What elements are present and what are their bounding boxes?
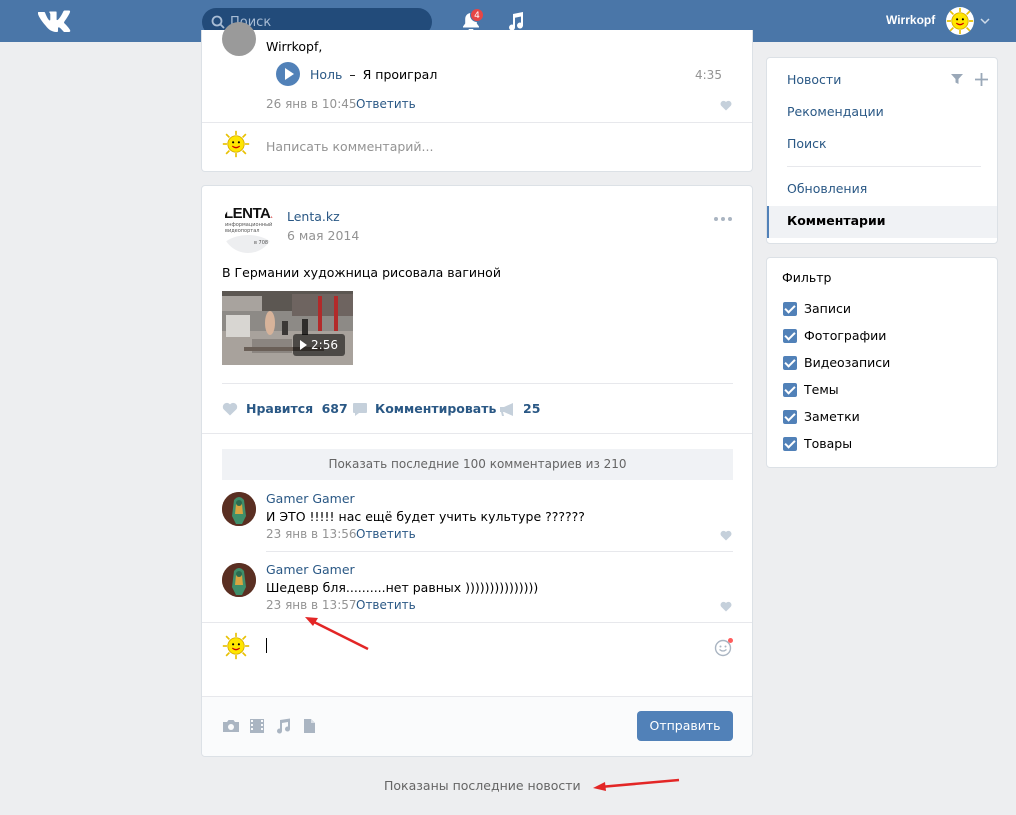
menu-item-updates[interactable]: Обновления [787, 181, 867, 196]
lenta-avatar[interactable]: LENTA. информационный видеопортал в 708 [222, 201, 274, 253]
comment-date[interactable]: 23 янв в 13:56 [266, 527, 357, 541]
checkbox-videos[interactable] [783, 356, 797, 370]
audio-artist[interactable]: Ноль [310, 67, 342, 82]
reply-link[interactable]: Ответить [356, 97, 416, 111]
share-megaphone-icon[interactable] [499, 402, 517, 417]
video-thumbnail[interactable]: 2:56 [222, 291, 353, 365]
comment-avatar[interactable] [222, 563, 256, 597]
divider [266, 551, 733, 552]
like-count: 687 [321, 401, 348, 416]
sun-avatar-icon [946, 7, 974, 35]
checkbox-label[interactable]: Фотографии [804, 328, 886, 343]
audio-play-button[interactable] [276, 62, 300, 86]
annotation-arrow-icon [593, 778, 680, 791]
chevron-down-icon[interactable] [980, 16, 990, 26]
gamer-avatar-image [222, 563, 256, 597]
my-avatar-small [222, 632, 250, 660]
emoji-icon[interactable] [714, 637, 734, 657]
text-cursor [266, 638, 267, 653]
menu-item-recommendations[interactable]: Рекомендации [787, 104, 884, 119]
show-more-comments-button[interactable]: Показать последние 100 комментариев из 2… [222, 449, 733, 480]
notifications-badge: 4 [470, 8, 484, 22]
filter-panel: Фильтр Записи Фотографии Видеозаписи Тем… [766, 257, 998, 468]
checkbox-label[interactable]: Видеозаписи [804, 355, 890, 370]
like-button[interactable]: Нравится 687 [246, 401, 348, 416]
divider [787, 166, 981, 167]
music-note-icon[interactable] [274, 718, 292, 734]
checkbox-label[interactable]: Темы [804, 382, 839, 397]
vk-logo-icon[interactable] [37, 9, 71, 33]
comment-text: Шедевр бля..........нет равных )))))))))… [266, 580, 539, 595]
sun-avatar-icon [222, 632, 250, 660]
menu-item-search[interactable]: Поиск [787, 136, 827, 151]
like-heart-icon[interactable] [222, 402, 238, 416]
checkbox-photos[interactable] [783, 329, 797, 343]
post-card-lenta: LENTA. информационный видеопортал в 708 … [201, 185, 753, 757]
comment-button[interactable]: Комментировать [375, 401, 496, 416]
comment-avatar[interactable] [222, 492, 256, 526]
post-card-previous: Wirrkopf, Ноль – Я проиграл 4:35 26 янв … [201, 22, 753, 172]
comment-date[interactable]: 23 янв в 13:57 [266, 598, 357, 612]
filter-funnel-icon[interactable] [951, 73, 963, 85]
music-icon[interactable] [507, 11, 525, 31]
video-film-icon[interactable] [248, 718, 266, 734]
filter-title: Фильтр [782, 270, 832, 285]
checkbox-goods[interactable] [783, 437, 797, 451]
comment-author-avatar[interactable] [222, 22, 256, 56]
news-menu: Новости Рекомендации Поиск Обновления Ко… [766, 57, 998, 244]
audio-duration: 4:35 [695, 68, 722, 82]
like-heart-icon[interactable] [720, 530, 732, 541]
profile-username[interactable]: Wirrkopf [886, 13, 935, 27]
reply-link[interactable]: Ответить [356, 598, 416, 612]
my-avatar-small [222, 130, 250, 158]
checkbox-topics[interactable] [783, 383, 797, 397]
like-label: Нравится [246, 401, 314, 416]
add-plus-icon[interactable] [975, 73, 988, 86]
post-author[interactable]: Lenta.kz [287, 209, 340, 224]
search-icon [211, 15, 225, 29]
divider [202, 622, 752, 623]
feed-end-message: Показаны последние новости [384, 778, 581, 793]
more-options-icon[interactable] [713, 216, 733, 222]
divider [202, 433, 752, 434]
profile-avatar[interactable] [946, 7, 974, 35]
audio-track[interactable]: Ноль – Я проиграл [310, 67, 437, 82]
menu-item-news[interactable]: Новости [787, 72, 841, 87]
comment-date[interactable]: 26 янв в 10:45 [266, 97, 357, 111]
comment-text: И ЭТО !!!!! нас ещё будет учить культуре… [266, 509, 585, 524]
document-icon[interactable] [300, 718, 318, 734]
lenta-logo-subtitle: информационный видеопортал [225, 222, 273, 234]
sun-avatar-icon [222, 130, 250, 158]
lenta-logo-tag: в 708 [254, 240, 269, 246]
reply-link[interactable]: Ответить [356, 527, 416, 541]
comment-author[interactable]: Gamer Gamer [266, 562, 355, 577]
checkbox-label[interactable]: Записи [804, 301, 851, 316]
divider [202, 122, 752, 123]
menu-item-comments[interactable]: Комментарии [787, 213, 886, 228]
checkbox-posts[interactable] [783, 302, 797, 316]
post-date[interactable]: 6 мая 2014 [287, 228, 359, 243]
comment-author-name[interactable]: Wirrkopf, [266, 39, 322, 54]
like-heart-icon[interactable] [720, 100, 732, 111]
send-button[interactable]: Отправить [637, 711, 733, 741]
divider [222, 383, 733, 384]
write-comment-field[interactable]: Написать комментарий... [266, 139, 433, 154]
checkbox-label[interactable]: Товары [804, 436, 852, 451]
annotation-arrow-icon [305, 617, 369, 651]
lenta-logo-text: LENTA. [224, 205, 274, 222]
post-text: В Германии художница рисовала вагиной [222, 265, 501, 280]
audio-title: Я проиграл [362, 67, 438, 82]
comment-bubble-icon[interactable] [352, 402, 368, 417]
checkbox-notes[interactable] [783, 410, 797, 424]
camera-icon[interactable] [222, 718, 240, 734]
gamer-avatar-image [222, 492, 256, 526]
checkbox-label[interactable]: Заметки [804, 409, 860, 424]
share-count[interactable]: 25 [523, 401, 540, 416]
video-duration: 2:56 [293, 334, 345, 356]
audio-separator: – [349, 67, 356, 82]
like-heart-icon[interactable] [720, 601, 732, 612]
comment-author[interactable]: Gamer Gamer [266, 491, 355, 506]
